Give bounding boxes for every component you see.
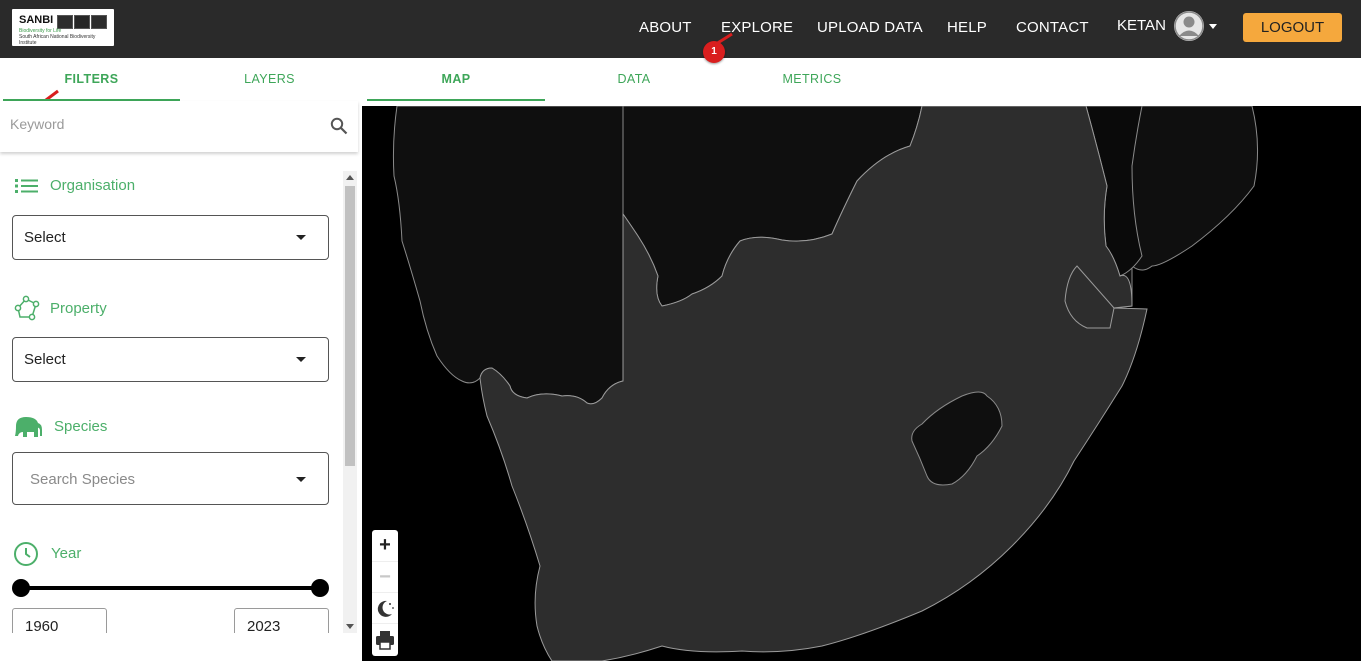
scrollbar-thumb[interactable] <box>345 186 355 466</box>
annotation-pointer-1 <box>715 32 733 46</box>
sidebar-scrollbar[interactable] <box>343 171 357 633</box>
property-polygon-icon <box>14 295 40 321</box>
user-menu-chevron-down-icon[interactable] <box>1209 24 1217 29</box>
logo-institute-name: South African National Biodiversity Inst… <box>19 34 96 46</box>
scroll-up-arrow-icon[interactable] <box>346 175 354 180</box>
print-icon[interactable] <box>372 623 398 654</box>
keyword-search-box <box>0 101 358 152</box>
sidebar-footer <box>0 633 362 661</box>
dark-mode-toggle-icon[interactable] <box>372 592 398 623</box>
tab-map[interactable]: MAP <box>367 58 545 101</box>
year-range-slider[interactable] <box>21 586 320 590</box>
tab-data[interactable]: DATA <box>545 58 723 101</box>
dropdown-arrow-icon <box>296 477 306 482</box>
tab-layers[interactable]: LAYERS <box>180 58 359 101</box>
organisation-select[interactable]: Select <box>12 215 329 260</box>
south-africa-basemap <box>392 106 1259 661</box>
logo-abbreviation: SANBI <box>19 14 54 26</box>
organisation-label: Organisation <box>50 177 136 194</box>
map-controls: + − <box>372 530 398 656</box>
dropdown-arrow-icon <box>296 357 306 362</box>
species-search-select[interactable]: Search Species <box>12 452 329 505</box>
user-name[interactable]: KETAN <box>1117 17 1166 34</box>
species-search-placeholder: Search Species <box>30 471 136 488</box>
species-label: Species <box>54 418 108 435</box>
organisation-select-value: Select <box>24 229 66 246</box>
nav-help[interactable]: HELP <box>947 19 987 36</box>
list-icon <box>15 179 38 193</box>
dropdown-arrow-icon <box>296 235 306 240</box>
zoom-in-button[interactable]: + <box>372 530 398 561</box>
scroll-down-arrow-icon[interactable] <box>346 624 354 629</box>
clock-icon <box>14 542 38 566</box>
year-label: Year <box>51 545 82 562</box>
property-label: Property <box>50 300 107 317</box>
map-canvas[interactable]: + − <box>362 106 1361 661</box>
nav-about[interactable]: ABOUT <box>639 19 692 36</box>
logout-button[interactable]: LOGOUT <box>1243 13 1342 42</box>
nav-contact[interactable]: CONTACT <box>1016 19 1089 36</box>
keyword-search-input[interactable] <box>10 116 310 132</box>
namibia-region[interactable] <box>392 106 624 405</box>
zoom-out-button[interactable]: − <box>372 561 398 592</box>
search-icon[interactable] <box>330 117 348 135</box>
sanbi-logo[interactable]: SANBI Biodiversity for Life South Africa… <box>12 9 114 46</box>
year-slider-start-handle[interactable] <box>12 579 30 597</box>
user-avatar-icon[interactable] <box>1174 11 1204 41</box>
logo-tiles <box>57 15 107 29</box>
tab-filters[interactable]: FILTERS <box>3 58 180 101</box>
property-select[interactable]: Select <box>12 337 329 382</box>
property-select-value: Select <box>24 351 66 368</box>
top-navigation-bar: SANBI Biodiversity for Life South Africa… <box>0 0 1361 58</box>
tab-metrics[interactable]: METRICS <box>723 58 901 101</box>
elephant-icon <box>15 417 42 437</box>
nav-upload-data[interactable]: UPLOAD DATA <box>817 19 923 36</box>
year-slider-end-handle[interactable] <box>311 579 329 597</box>
